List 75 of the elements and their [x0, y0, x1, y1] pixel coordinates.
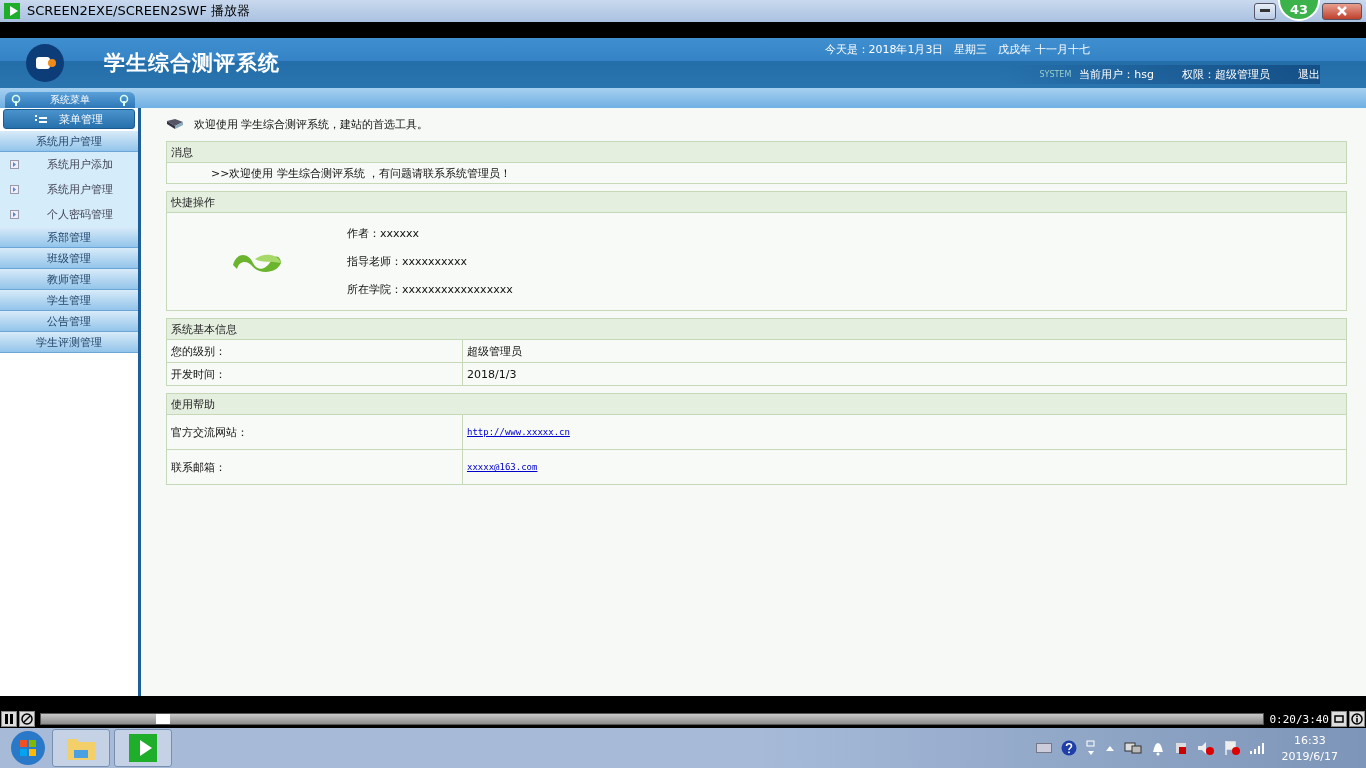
row-label: 您的级别：: [171, 343, 226, 359]
window-title: SCREEN2EXE/SCREEN2SWF 播放器: [27, 2, 250, 20]
stop-icon: [21, 713, 33, 725]
muted-speaker-icon[interactable]: [1196, 740, 1215, 756]
pause-button[interactable]: [1, 711, 17, 727]
help-icon[interactable]: [1060, 740, 1077, 756]
fullscreen-button[interactable]: [1331, 711, 1347, 727]
menu-group[interactable]: 学生评测管理: [0, 332, 138, 353]
list-icon: [35, 115, 47, 123]
menu-group[interactable]: 教师管理: [0, 269, 138, 290]
keyboard-icon[interactable]: [1035, 743, 1052, 753]
link[interactable]: xxxxx@163.com: [467, 462, 538, 472]
message-text: >>欢迎使用 学生综合测评系统 ，有问题请联系系统管理员！: [211, 165, 512, 181]
seek-thumb[interactable]: [156, 714, 171, 724]
flag-icon[interactable]: [1223, 740, 1240, 756]
row-label: 开发时间：: [171, 366, 226, 382]
clock-date: 2019/6/17: [1281, 749, 1338, 763]
play-icon: [128, 733, 158, 763]
submenu-item[interactable]: 系统用户管理: [0, 177, 138, 202]
menu-manage-button[interactable]: 菜单管理: [3, 109, 135, 129]
network-icon[interactable]: [1123, 741, 1142, 755]
signal-icon[interactable]: [1248, 742, 1265, 754]
info-icon: [1351, 713, 1363, 725]
clock-time: 16:33: [1293, 733, 1326, 747]
link[interactable]: http://www.xxxxx.cn: [467, 427, 570, 437]
close-icon: [1337, 6, 1347, 16]
row-label: 联系邮箱：: [171, 459, 226, 475]
start-orb-icon[interactable]: [8, 729, 48, 767]
section-header: 消息: [167, 142, 1346, 163]
permission-text: 权限：超级管理员: [1182, 67, 1270, 82]
system-label: SYSTEM: [1039, 70, 1072, 79]
site-title: 学生综合测评系统: [104, 50, 280, 77]
arrow-icon: [10, 160, 19, 169]
menu-group[interactable]: 学生管理: [0, 290, 138, 311]
menu-group[interactable]: 公告管理: [0, 311, 138, 332]
info-button[interactable]: [1349, 711, 1365, 727]
row-value: 超级管理员: [467, 343, 522, 359]
info-text: 指导老师：xxxxxxxxxx: [347, 254, 469, 269]
stop-button[interactable]: [19, 711, 35, 727]
menu-title: 系统菜单: [50, 93, 90, 107]
seek-track[interactable]: [40, 713, 1265, 725]
menu-group[interactable]: 系部管理: [0, 227, 138, 248]
welcome-text: 欢迎使用 学生综合测评系统，建站的首选工具。: [194, 116, 429, 132]
section-header: 快捷操作: [167, 192, 1346, 213]
submenu-item[interactable]: 个人密码管理: [0, 202, 138, 227]
player-app-button[interactable]: [114, 729, 172, 767]
fullscreen-icon: [1333, 714, 1345, 724]
date-text: 今天是：2018年1月3日 星期三 戊戌年 十一月十七: [824, 42, 1090, 57]
caret-up-icon[interactable]: [1104, 744, 1115, 752]
info-text: 作者：xxxxxx: [347, 226, 421, 241]
arrow-icon: [10, 210, 19, 219]
book-icon: [166, 118, 184, 130]
row-label: 官方交流网站：: [171, 424, 248, 440]
minimize-button[interactable]: [1254, 2, 1276, 20]
bell-icon[interactable]: [1150, 740, 1165, 756]
current-user: 当前用户：hsg: [1079, 67, 1154, 82]
section-header: 系统基本信息: [167, 319, 1346, 340]
logout-link[interactable]: 退出: [1298, 67, 1320, 82]
logo-icon: [25, 43, 65, 83]
menu-group[interactable]: 系统用户管理: [0, 131, 138, 152]
menu-group[interactable]: 班级管理: [0, 248, 138, 269]
section-header: 使用帮助: [167, 394, 1346, 415]
playback-time: 0:20/3:40: [1269, 712, 1329, 726]
arrow-icon: [10, 185, 19, 194]
close-button[interactable]: [1322, 2, 1362, 20]
info-text: 所在学院：xxxxxxxxxxxxxxxxx: [347, 282, 513, 297]
ring-icon: [11, 94, 21, 106]
submenu-item[interactable]: 系统用户添加: [0, 152, 138, 177]
pause-icon: [5, 714, 13, 724]
row-value: 2018/1/3: [467, 367, 517, 381]
window-icon[interactable]: [1085, 740, 1096, 756]
counter-badge: 43: [1278, 0, 1320, 21]
app-icon: [3, 2, 21, 20]
minimize-icon: [1260, 9, 1270, 13]
ring-icon: [119, 94, 129, 106]
